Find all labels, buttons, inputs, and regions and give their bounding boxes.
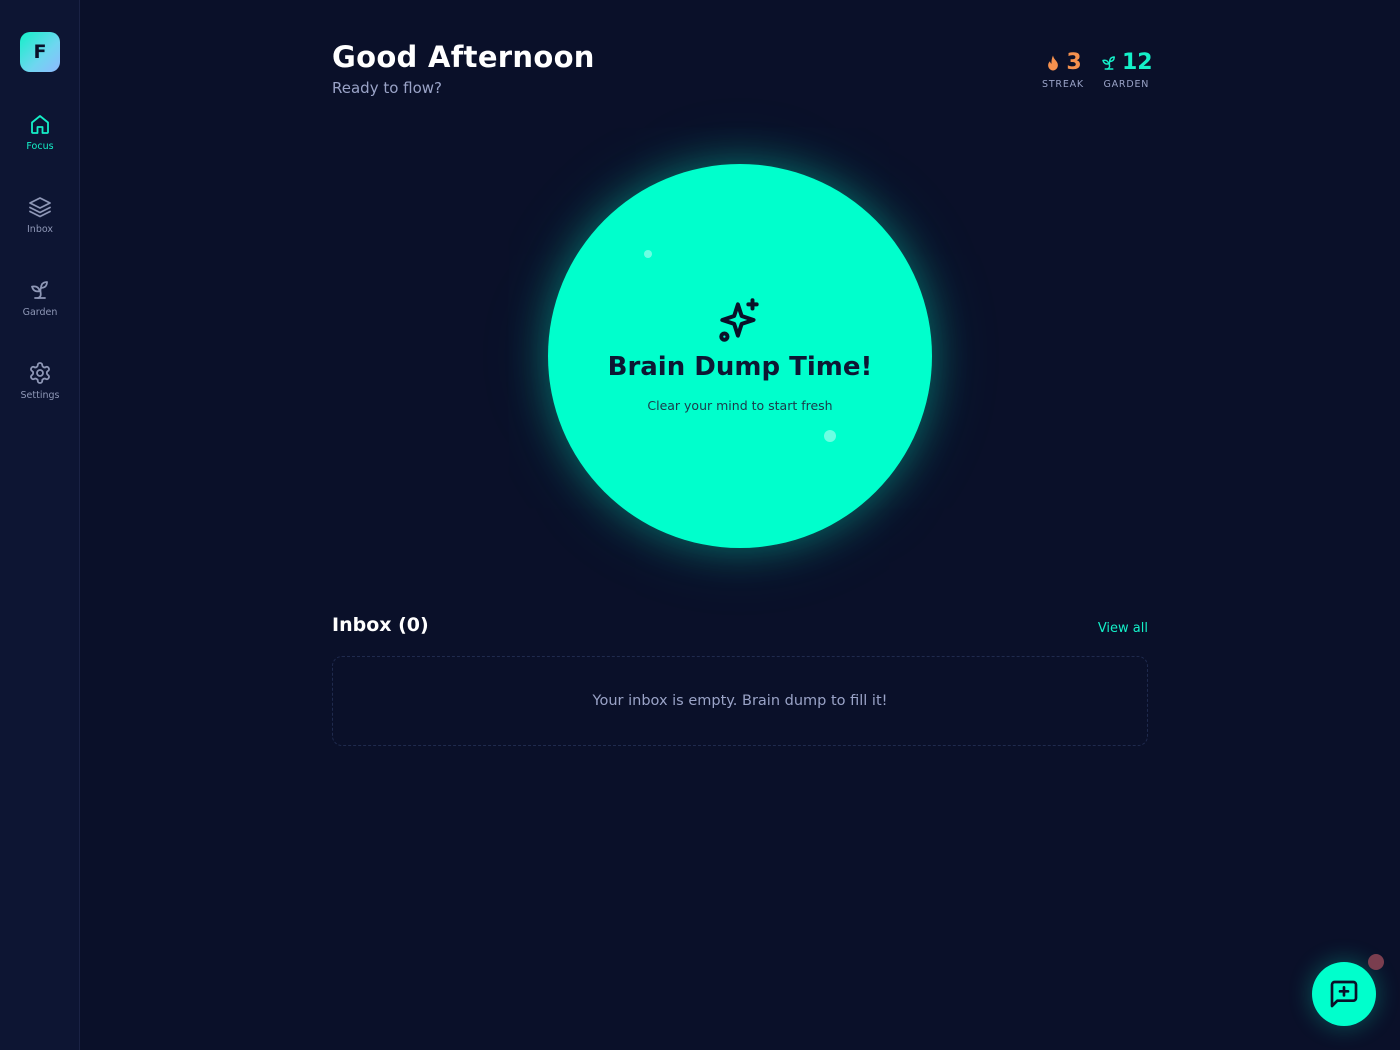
garden-value: 12 <box>1122 50 1153 75</box>
app-logo[interactable]: F <box>20 32 60 72</box>
sidebar-item-label: Focus <box>26 141 54 152</box>
brain-dump-button[interactable]: Brain Dump Time! Clear your mind to star… <box>548 164 932 548</box>
sidebar-item-inbox[interactable]: Inbox <box>0 195 80 255</box>
view-all-link[interactable]: View all <box>1080 621 1148 636</box>
page-title: Good Afternoon <box>332 40 595 74</box>
page-subtitle: Ready to flow? <box>332 79 443 97</box>
sidebar-item-focus[interactable]: Focus <box>0 112 80 172</box>
brain-dump-subtitle: Clear your mind to start fresh <box>647 398 833 413</box>
decorative-dot <box>824 430 836 442</box>
garden-stat: 12 GARDEN <box>1100 50 1153 90</box>
logo-letter: F <box>33 41 47 63</box>
sidebar-item-settings[interactable]: Settings <box>0 361 80 421</box>
layers-icon <box>29 197 51 218</box>
app-root: F Focus Inbox Garden Settings Good After… <box>0 0 1400 1050</box>
gear-icon <box>30 362 50 384</box>
sprout-icon <box>1102 55 1115 70</box>
streak-stat: 3 STREAK <box>1042 50 1084 90</box>
home-icon <box>31 115 49 134</box>
inbox-empty-text: Your inbox is empty. Brain dump to fill … <box>592 693 888 709</box>
sparkles-icon <box>719 298 759 342</box>
flame-icon <box>1048 55 1059 70</box>
inbox-empty-state: Your inbox is empty. Brain dump to fill … <box>332 656 1148 746</box>
sidebar: F Focus Inbox Garden Settings <box>0 0 80 1050</box>
sidebar-item-label: Garden <box>22 307 58 318</box>
sidebar-item-label: Settings <box>20 390 60 401</box>
sidebar-item-label: Inbox <box>27 224 53 235</box>
message-plus-icon <box>1330 980 1358 1008</box>
decorative-dot <box>644 250 652 258</box>
sidebar-item-garden[interactable]: Garden <box>0 278 80 338</box>
brain-dump-title: Brain Dump Time! <box>607 352 873 382</box>
inbox-heading: Inbox (0) <box>332 614 429 636</box>
sprout-icon <box>31 281 48 299</box>
new-message-button[interactable] <box>1312 962 1376 1026</box>
streak-value: 3 <box>1066 50 1082 75</box>
garden-label: GARDEN <box>1103 79 1150 90</box>
notification-dot <box>1368 954 1384 970</box>
streak-label: STREAK <box>1042 79 1084 90</box>
